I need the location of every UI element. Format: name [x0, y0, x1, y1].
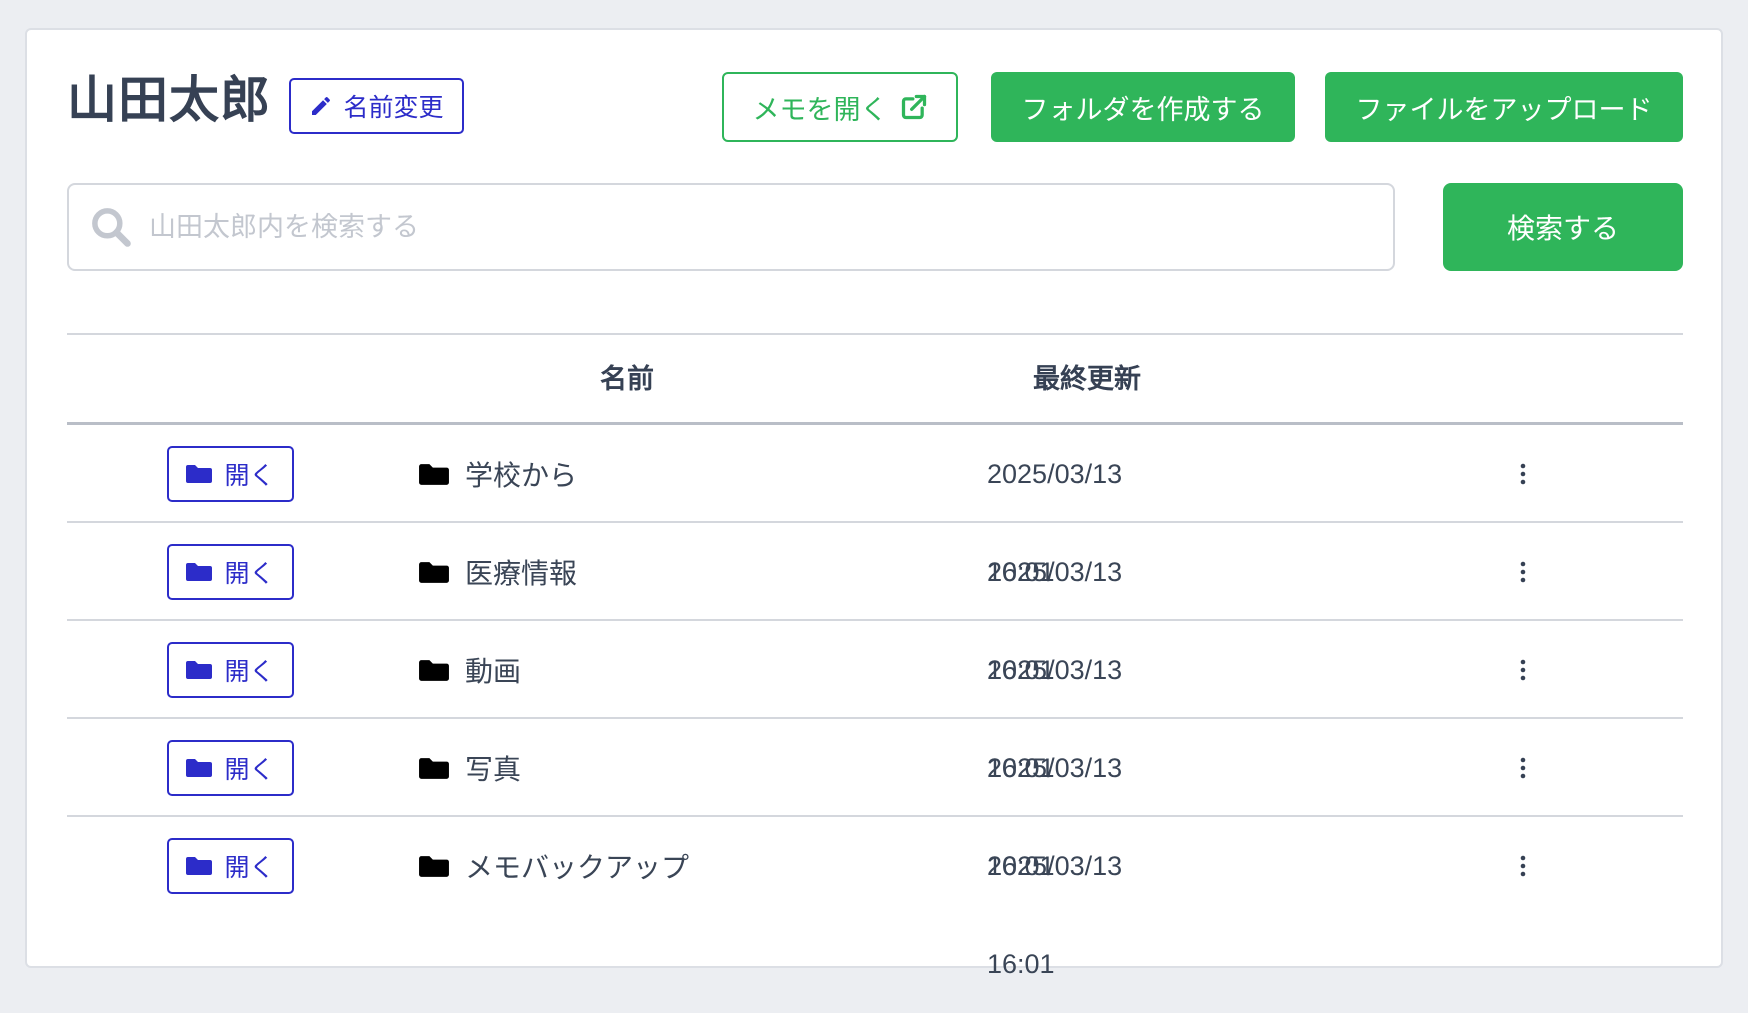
vertical-ellipsis-icon [1520, 855, 1526, 877]
vertical-ellipsis-icon [1520, 561, 1526, 583]
folder-name: メモバックアップ [465, 851, 690, 884]
search-button[interactable]: 検索する [1443, 183, 1683, 271]
pencil-icon [312, 96, 331, 115]
folder-name: 医療情報 [465, 557, 578, 590]
search-box [67, 183, 1395, 271]
folder-icon [186, 661, 213, 679]
folder-icon [186, 857, 213, 875]
open-memo-button[interactable]: メモを開く [722, 72, 958, 142]
table-row: 開く 医療情報 2025/03/13 16:01 [67, 523, 1683, 685]
table-row: 開く 写真 2025/03/13 16:01 [67, 719, 1683, 881]
folder-icon [419, 463, 449, 485]
open-folder-button[interactable]: 開く [167, 446, 294, 502]
folder-icon [186, 465, 213, 483]
vertical-ellipsis-icon [1520, 463, 1526, 485]
rename-button[interactable]: 名前変更 [289, 78, 464, 134]
folder-icon [419, 855, 449, 877]
last-updated: 2025/03/13 16:01 [987, 557, 1123, 685]
folder-name-link[interactable]: 医療情報 [419, 523, 577, 621]
last-updated: 2025/03/13 16:01 [987, 851, 1123, 979]
folder-table: 名前 最終更新 開く 学校から 2025/03/13 16:01 開く 医療情報… [67, 333, 1683, 979]
folder-name: 学校から [465, 459, 578, 492]
column-header-name: 名前 [600, 364, 654, 395]
open-folder-button[interactable]: 開く [167, 642, 294, 698]
external-link-icon [901, 94, 926, 120]
folder-icon [419, 659, 449, 681]
open-memo-label: メモを開く [752, 94, 888, 126]
row-menu-button[interactable] [1503, 846, 1543, 886]
last-updated: 2025/03/13 16:01 [987, 753, 1123, 881]
open-label: 開く [224, 461, 275, 490]
folder-name: 動画 [465, 655, 522, 688]
folder-name-link[interactable]: 学校から [419, 425, 577, 523]
table-header: 名前 最終更新 [67, 333, 1683, 425]
page-title: 山田太郎 [67, 71, 271, 129]
open-label: 開く [224, 559, 275, 588]
open-folder-button[interactable]: 開く [167, 838, 294, 894]
folder-panel: 山田太郎 名前変更 メモを開く フォルダを作成する ファイルをアップロード 検索… [25, 28, 1723, 979]
table-row: 開く 学校から 2025/03/13 16:01 [67, 425, 1683, 587]
open-folder-button[interactable]: 開く [167, 740, 294, 796]
folder-name-link[interactable]: 写真 [419, 719, 521, 817]
rename-button-label: 名前変更 [343, 93, 444, 122]
folder-icon [186, 759, 213, 777]
last-updated: 2025/03/13 16:01 [987, 459, 1123, 587]
table-row: 開く 動画 2025/03/13 16:01 [67, 621, 1683, 783]
last-updated: 2025/03/13 16:01 [987, 655, 1123, 783]
create-folder-button[interactable]: フォルダを作成する [991, 72, 1295, 142]
row-menu-button[interactable] [1503, 748, 1543, 788]
table-row: 開く メモバックアップ 2025/03/13 16:01 [67, 817, 1683, 979]
search-icon [92, 208, 131, 247]
upload-file-button[interactable]: ファイルをアップロード [1325, 72, 1683, 142]
row-menu-button[interactable] [1503, 454, 1543, 494]
folder-name-link[interactable]: メモバックアップ [419, 817, 689, 915]
folder-icon [419, 757, 449, 779]
open-folder-button[interactable]: 開く [167, 544, 294, 600]
folder-name: 写真 [465, 753, 522, 786]
search-input[interactable] [149, 197, 1349, 257]
column-header-updated: 最終更新 [1033, 364, 1141, 395]
open-label: 開く [224, 755, 275, 784]
open-label: 開く [224, 853, 275, 882]
folder-icon [186, 563, 213, 581]
folder-name-link[interactable]: 動画 [419, 621, 521, 719]
open-label: 開く [224, 657, 275, 686]
vertical-ellipsis-icon [1520, 659, 1526, 681]
row-menu-button[interactable] [1503, 552, 1543, 592]
row-menu-button[interactable] [1503, 650, 1543, 690]
vertical-ellipsis-icon [1520, 757, 1526, 779]
folder-icon [419, 561, 449, 583]
